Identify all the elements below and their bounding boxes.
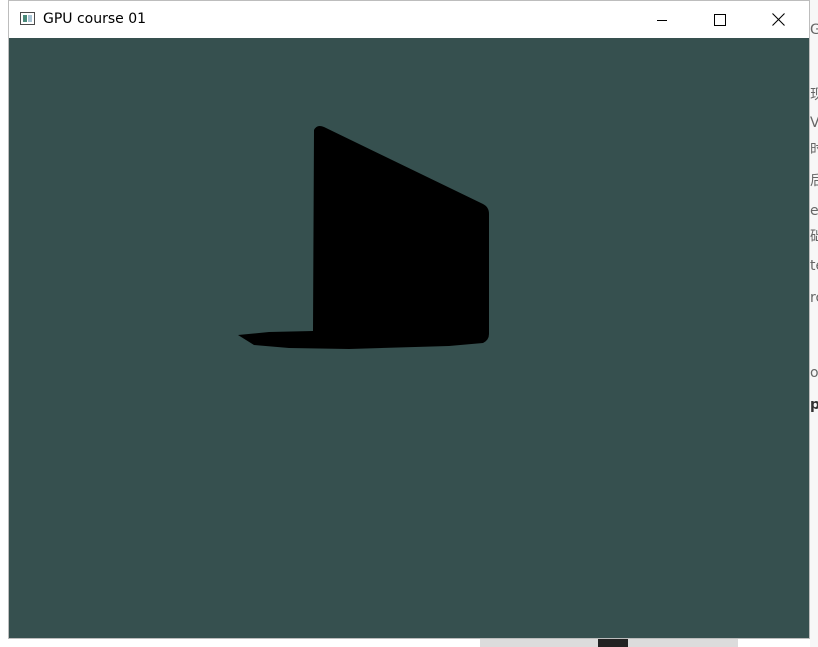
app-icon[interactable]: [20, 12, 35, 25]
background-image-strip: [480, 639, 738, 647]
maximize-button[interactable]: [691, 1, 749, 38]
app-window[interactable]: GPU course 01: [8, 0, 810, 639]
window-title: GPU course 01: [43, 11, 147, 27]
desktop: GI 现 VA 时 后 er 础 te rc ol p GPU course 0…: [0, 0, 818, 647]
background-page-strip: GI 现 VA 时 后 er 础 te rc ol p: [810, 0, 818, 647]
background-text-fragment: er: [810, 203, 818, 219]
background-text-fragment: 时: [810, 142, 818, 158]
rendered-scene: [238, 126, 489, 349]
minimize-button[interactable]: [633, 1, 691, 38]
close-icon: [771, 13, 785, 26]
close-button[interactable]: [749, 1, 807, 38]
minimize-icon: [657, 19, 667, 21]
background-text-fragment: 后: [810, 173, 818, 189]
background-text-fragment: te: [810, 258, 818, 274]
background-text-fragment: 现: [810, 87, 818, 103]
background-text-fragment: ol: [810, 365, 818, 381]
background-text-fragment: 础: [810, 229, 818, 245]
background-text-fragment: VA: [810, 115, 818, 131]
maximize-icon: [714, 13, 726, 26]
background-text-fragment: GI: [810, 22, 818, 38]
render-viewport[interactable]: [9, 38, 809, 638]
title-bar[interactable]: GPU course 01: [9, 1, 809, 38]
rendered-mesh: [238, 126, 489, 349]
background-text-fragment: p: [810, 397, 818, 413]
background-text-fragment: rc: [810, 290, 818, 306]
